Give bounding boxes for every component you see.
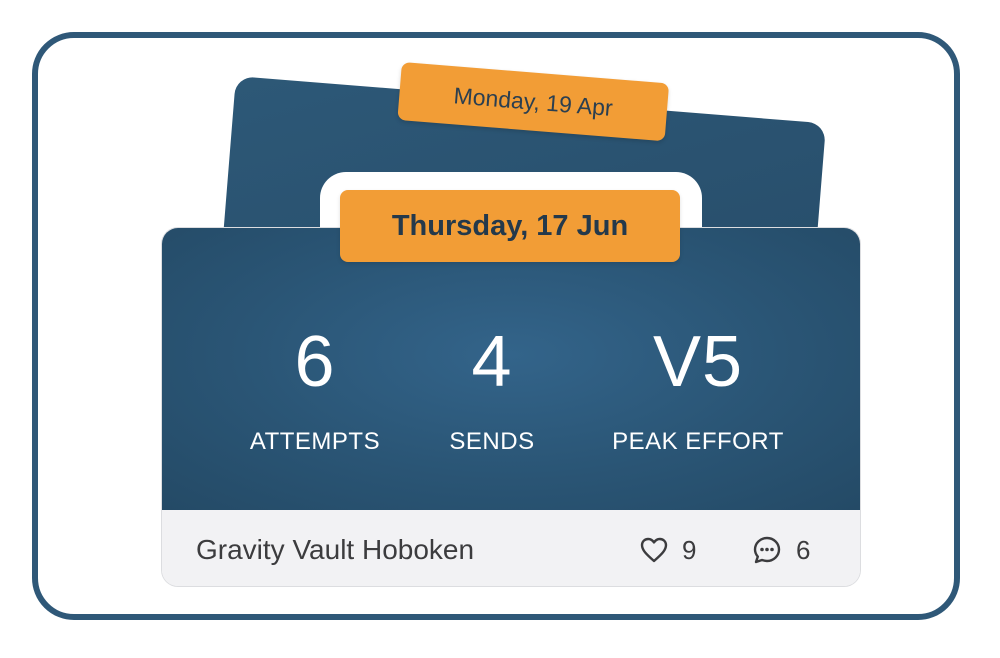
heart-icon [640,537,668,563]
current-session-date: Thursday, 17 Jun [391,209,629,242]
comment-button[interactable]: 6 [752,532,810,568]
stat-sends-value: 4 [471,322,513,402]
comment-count: 6 [796,534,811,565]
stat-peak-effort-value: V5 [652,322,744,402]
current-session-date-tag: Thursday, 17 Jun [340,190,680,262]
like-button[interactable]: 9 [640,532,696,568]
stat-sends-label: SENDS [449,428,535,455]
stat-peak-effort-label: PEAK EFFORT [612,428,784,455]
comment-bubble-icon [752,535,782,565]
stat-sends: 4 SENDS [372,322,612,456]
like-count: 9 [682,534,697,565]
stat-peak-effort: V5 PEAK EFFORT [578,322,818,456]
previous-session-date: Monday, 19 Apr [452,81,614,121]
gym-name[interactable]: Gravity Vault Hoboken [196,532,474,568]
